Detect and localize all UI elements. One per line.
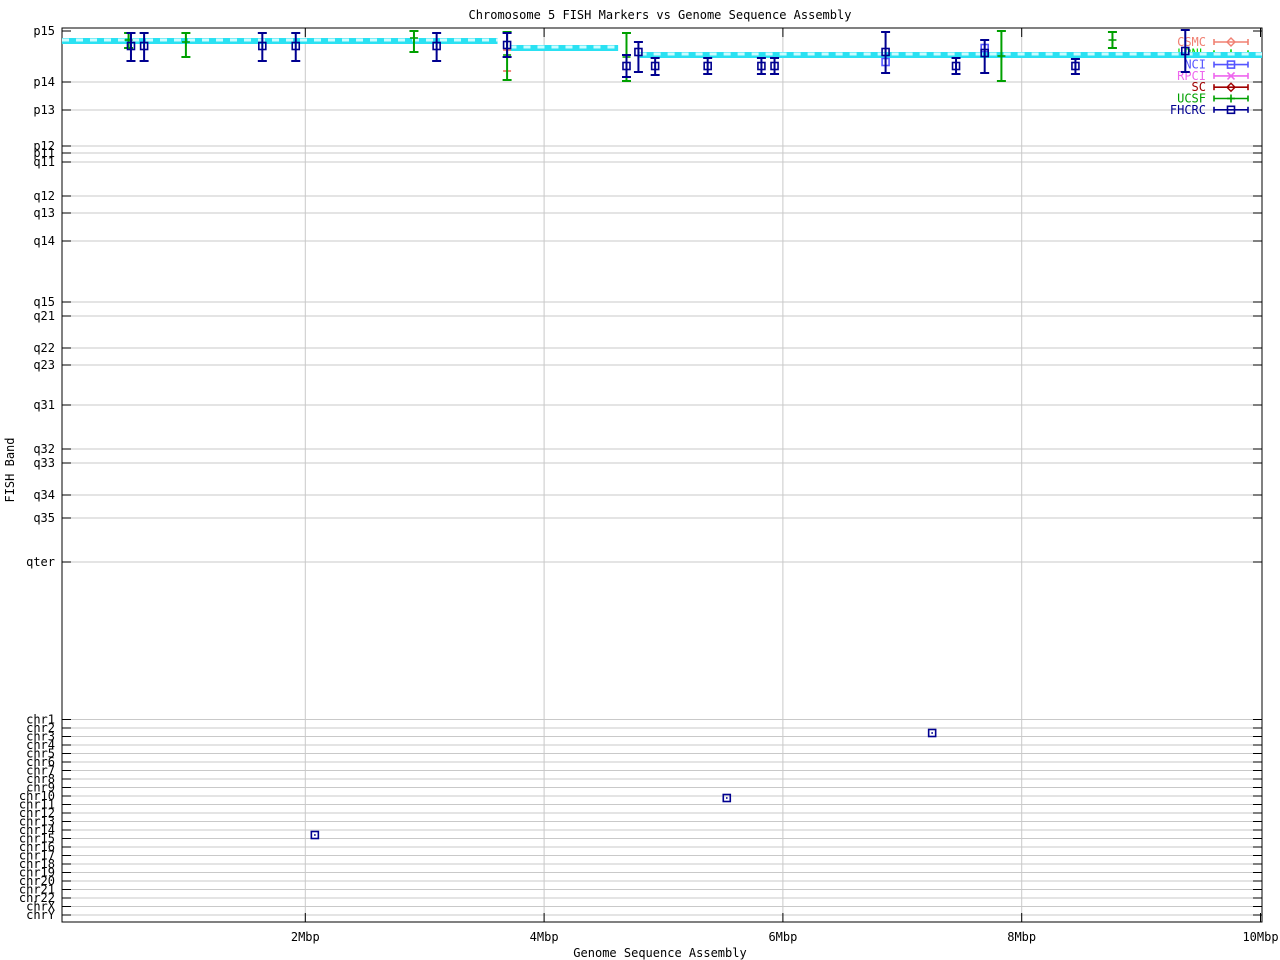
x-tick-labels: 2Mbp 4Mbp 6Mbp 8Mbp 10Mbp <box>291 930 1279 944</box>
y-tick-label: q21 <box>33 309 55 323</box>
y-tick-label: p15 <box>33 24 55 38</box>
marker-fhcrc <box>621 54 631 78</box>
y-axis-title: FISH Band <box>3 437 17 502</box>
marker-fhcrc <box>432 32 442 62</box>
marker-fhcrc <box>756 57 766 75</box>
marker-fhcrc <box>291 32 301 62</box>
x-tick-label: 10Mbp <box>1242 930 1278 944</box>
y-tick-label: q35 <box>33 511 55 525</box>
marker-fhcrc <box>502 32 512 58</box>
y-tick-label: q32 <box>33 442 55 456</box>
marker-ucsf <box>181 32 191 58</box>
x-tick-label: 6Mbp <box>768 930 797 944</box>
chart-page: Chromosome 5 FISH Markers vs Genome Sequ… <box>0 0 1280 960</box>
marker-fhcrc <box>703 57 713 75</box>
y-tick-label: q22 <box>33 341 55 355</box>
plot-area: p15p14p13p12p11q11q12q13q14q15q21q22q23q… <box>19 24 1279 944</box>
marker-fhcrc <box>310 830 320 840</box>
y-tick-label: q12 <box>33 189 55 203</box>
x-tick-label: 8Mbp <box>1007 930 1036 944</box>
marker-fhcrc <box>927 728 937 738</box>
gridlines <box>62 28 1262 922</box>
marker-fhcrc <box>650 57 660 76</box>
y-tick-label: q31 <box>33 398 55 412</box>
y-tick-label: q33 <box>33 456 55 470</box>
x-axis-title: Genome Sequence Assembly <box>573 946 746 960</box>
marker-fhcrc <box>881 31 891 74</box>
y-tick-label: p14 <box>33 75 55 89</box>
y-tick-label: q14 <box>33 234 55 248</box>
chart-svg: Chromosome 5 FISH Markers vs Genome Sequ… <box>3 8 1279 960</box>
marker-ucsf <box>996 30 1006 82</box>
marker-fhcrc <box>257 32 267 62</box>
y-tick-label: q11 <box>33 155 55 169</box>
y-tick-label: q34 <box>33 488 55 502</box>
y-tick-label: p13 <box>33 103 55 117</box>
chart-title: Chromosome 5 FISH Markers vs Genome Sequ… <box>469 8 852 22</box>
marker-fhcrc <box>770 57 780 75</box>
y-tick-label: q23 <box>33 358 55 372</box>
marker-fhcrc <box>1070 58 1080 75</box>
marker-fhcrc <box>139 32 149 62</box>
y-tick-label: chrY <box>26 908 56 922</box>
legend-label: FHCRC <box>1170 103 1206 117</box>
marker-ucsf <box>1107 31 1117 49</box>
marker-fhcrc <box>951 57 961 75</box>
y-tick-label: qter <box>26 555 55 569</box>
assembly-track <box>62 38 1262 58</box>
y-tick-labels: p15p14p13p12p11q11q12q13q14q15q21q22q23q… <box>19 24 56 922</box>
y-tick-label: q15 <box>33 295 55 309</box>
y-tick-label: q13 <box>33 206 55 220</box>
x-tick-label: 2Mbp <box>291 930 320 944</box>
series-fhcrc <box>126 29 1190 840</box>
x-tick-label: 4Mbp <box>530 930 559 944</box>
